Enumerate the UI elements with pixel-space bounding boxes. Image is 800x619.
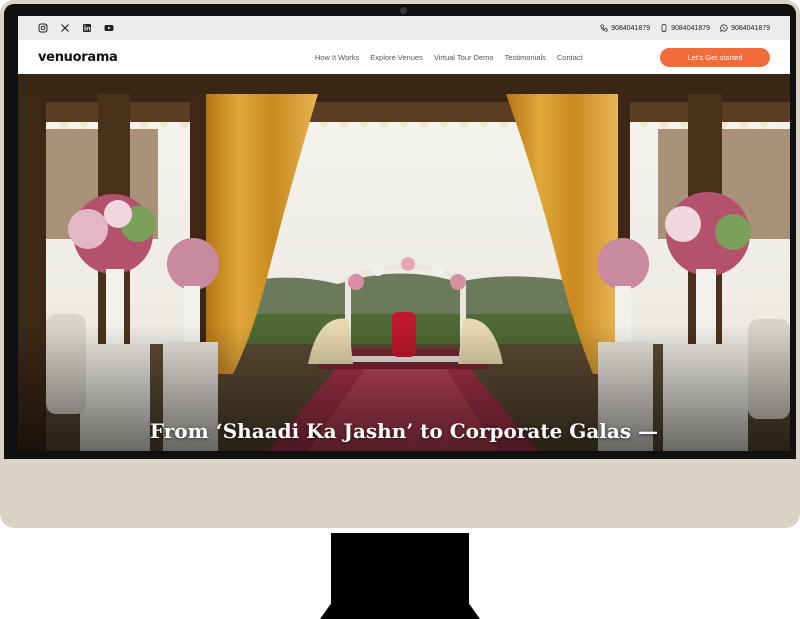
whatsapp-icon: [720, 24, 728, 32]
brand-logo[interactable]: venuorama: [38, 50, 118, 65]
nav-link-testimonials[interactable]: Testimonials: [505, 53, 546, 62]
get-started-button[interactable]: Let's Get started: [660, 47, 770, 67]
mobile-icon: [661, 24, 667, 32]
main-nav: venuorama How It Works Explore Venues Vi…: [18, 40, 790, 74]
monitor-bezel: 9084041879 9084041879 9084041879 venuora…: [4, 4, 796, 459]
nav-menu: How It Works Explore Venues Virtual Tour…: [195, 53, 583, 62]
camera-dot: [400, 7, 407, 14]
hero-section: From ‘Shaadi Ka Jashn’ to Corporate Gala…: [18, 74, 790, 451]
x-icon[interactable]: [60, 23, 70, 33]
monitor-stand-base: [320, 601, 480, 619]
youtube-icon[interactable]: [104, 23, 114, 33]
monitor-stand-neck: [331, 533, 469, 605]
social-links: [38, 23, 114, 33]
nav-link-virtual-tour-demo[interactable]: Virtual Tour Demo: [434, 53, 494, 62]
instagram-icon[interactable]: [38, 23, 48, 33]
contact-whatsapp[interactable]: 9084041879: [720, 24, 770, 32]
contact-number: 9084041879: [671, 24, 711, 32]
contact-mobile[interactable]: 9084041879: [660, 24, 710, 32]
contact-phone[interactable]: 9084041879: [600, 24, 650, 32]
hero-image: [18, 74, 790, 451]
contact-number: 9084041879: [731, 24, 770, 32]
nav-link-explore-venues[interactable]: Explore Venues: [370, 53, 423, 62]
nav-link-contact[interactable]: Contact: [557, 53, 583, 62]
top-bar: 9084041879 9084041879 9084041879: [18, 16, 790, 40]
monitor-frame: 9084041879 9084041879 9084041879 venuora…: [0, 0, 800, 528]
nav-link-how-it-works[interactable]: How It Works: [315, 53, 359, 62]
contact-number: 9084041879: [611, 24, 651, 32]
phone-icon: [600, 24, 608, 32]
contact-numbers: 9084041879 9084041879 9084041879: [600, 24, 770, 32]
hero-headline: From ‘Shaadi Ka Jashn’ to Corporate Gala…: [149, 419, 659, 443]
linkedin-icon[interactable]: [82, 23, 92, 33]
screen: 9084041879 9084041879 9084041879 venuora…: [18, 16, 790, 451]
